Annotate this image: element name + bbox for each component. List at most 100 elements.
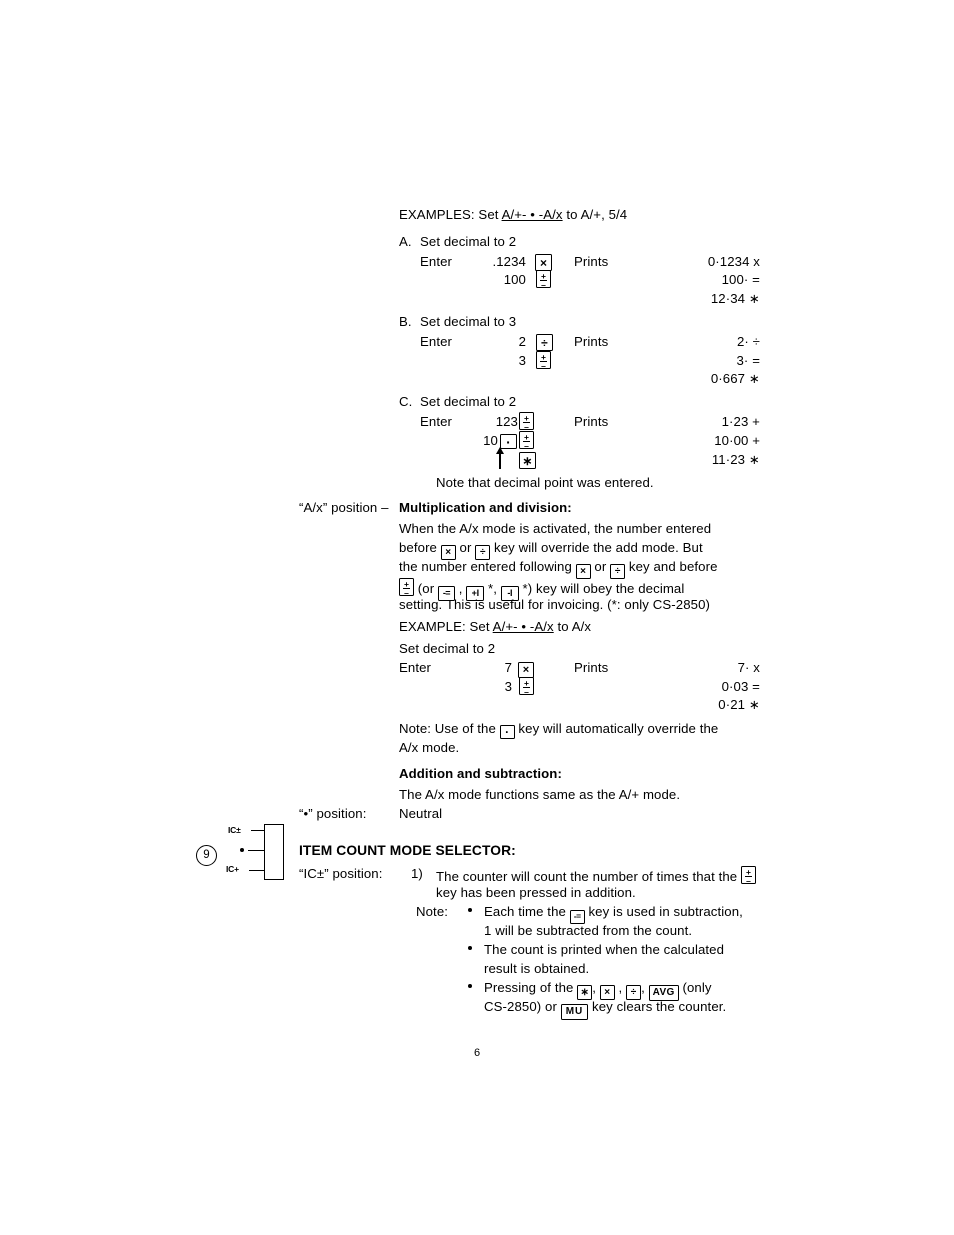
divide-key-icon: ÷ [536, 333, 553, 351]
key-plusminus: + – [519, 677, 534, 696]
example-c-print-0: 1·23 + [721, 414, 760, 429]
ic-point1-marker: 1) [411, 866, 423, 881]
ax-body-line-2-mid: or [590, 559, 611, 574]
ic-bullet-2-line2-pre: CS-2850) or [484, 999, 561, 1014]
example-b-print-2: 0·667 ∗ [710, 371, 760, 386]
ic-bullet-2-sep1: , [592, 980, 600, 995]
bullet-dot-icon [468, 946, 472, 950]
neutral-position-value: Neutral [399, 806, 443, 821]
ax-body-line-4: setting. This is useful for invoicing. (… [399, 597, 710, 612]
key-plusminus: + – [519, 431, 534, 450]
examples-heading-prefix: EXAMPLES: Set [399, 207, 502, 222]
example-b-entry-0-value: 2 [518, 334, 526, 349]
example-b-prints-label: Prints [574, 334, 609, 349]
item-count-selector-diagram: 9 IC± IC+ [196, 824, 292, 886]
total-asterisk-key-icon: ∗ [519, 451, 536, 469]
multiply-key-icon: × [440, 545, 456, 560]
page-number: 6 [474, 1047, 481, 1059]
ic-point1-line-2: key has been pressed in addition. [436, 885, 636, 900]
multiply-key-icon: × [535, 253, 552, 271]
example-c-print-2: 11·23 ∗ [711, 452, 760, 467]
ax-example-decimal-line: Set decimal to 2 [399, 641, 496, 656]
ic-bullet-2-pre: Pressing of the [484, 980, 578, 995]
divide-key-icon: ÷ [626, 985, 642, 1000]
ic-bullet-1-line-2: result is obtained. [484, 961, 590, 976]
ax-note-post: key will automatically override the [514, 721, 719, 736]
ic-bullet-1-marker [468, 941, 472, 956]
decimal-point-key-icon: · [499, 725, 515, 739]
ic-point1-line-1: The counter will count the number of tim… [436, 866, 757, 885]
example-a-label: A. [399, 234, 412, 249]
ax-example-heading-switch: A/+- • -A/x [492, 619, 554, 634]
multiply-key-icon: × [575, 564, 591, 579]
ic-bullet-2-sep2: , [614, 980, 627, 995]
ic-bullet-2-marker [468, 979, 472, 994]
plus-minus-key-icon: + – [536, 351, 551, 370]
ic-point1-pre: The counter will count the number of tim… [436, 868, 742, 884]
ic-bullet-2-line-2: CS-2850) or MU key clears the counter. [484, 999, 726, 1020]
ic-bullet-2-line-1: Pressing of the ∗, × , ÷, AVG (only [484, 980, 712, 1001]
ax-note-pre: Note: Use of the [399, 721, 500, 736]
example-b-enter-label: Enter [420, 334, 453, 349]
plus-minus-key-icon: + – [519, 677, 534, 696]
ax-example-enter-label: Enter [399, 660, 432, 675]
ax-body-line-3-mid: (or [414, 580, 438, 596]
selector-dash-mid [248, 850, 264, 852]
plus-minus-key-icon: + – [519, 431, 534, 450]
ic-bullet-1-line-1: The count is printed when the calculated [484, 942, 725, 957]
divide-key-icon: ÷ [475, 545, 491, 560]
ax-body-line-1: before × or ÷ key will override the add … [399, 540, 703, 560]
example-b-entry-1-value: 3 [518, 353, 526, 368]
example-a-entry-0-value: .1234 [492, 254, 526, 269]
divide-key-icon: ÷ [610, 564, 626, 579]
key-x: × [518, 658, 534, 678]
selector-switch-body-icon [264, 824, 284, 880]
ax-body-line-1-pre: before [399, 540, 441, 555]
callout-number-9: 9 [196, 845, 217, 866]
ax-body-line-3-sep2: , [454, 580, 467, 596]
ax-note-line-1: Note: Use of the · key will automaticall… [399, 721, 718, 739]
ic-bullet-2-post: (only [678, 980, 712, 995]
ic-note-label: Note: [416, 904, 449, 919]
plus-minus-key-icon: + – [399, 578, 414, 597]
neutral-position-label: “•” position: [299, 806, 367, 821]
addition-subtraction-heading: Addition and subtraction: [399, 766, 562, 781]
ax-body-line-0: When the A/x mode is activated, the numb… [399, 521, 711, 536]
ic-bullet-0-line-2: 1 will be subtracted from the count. [484, 923, 693, 938]
key-asterisk: ∗ [519, 450, 536, 469]
item-count-heading: ITEM COUNT MODE SELECTOR: [299, 843, 516, 858]
selector-label-top: IC± [228, 825, 241, 835]
example-a-print-2: 12·34 ∗ [710, 291, 760, 306]
decimal-point-pointer-arrow-icon [494, 447, 506, 469]
example-a-prints-label: Prints [574, 254, 609, 269]
example-c-title: Set decimal to 2 [420, 394, 517, 409]
example-b-print-1: 3· = [736, 353, 760, 368]
example-c-print-1: 10·00 + [714, 433, 760, 448]
addition-subtraction-body: The A/x mode functions same as the A/+ m… [399, 787, 681, 802]
ax-body-line-2-post: key and before [625, 559, 718, 574]
example-a-title: Set decimal to 2 [420, 234, 517, 249]
ic-bullet-0-pre: Each time the [484, 904, 570, 919]
example-b-print-0: 2· ÷ [736, 334, 760, 349]
key-plusminus: + – [536, 351, 551, 370]
ax-example-print-1: 0·03 = [721, 679, 760, 694]
ax-body-line-2-pre: the number entered following [399, 559, 576, 574]
ax-body-line-1-mid: or [455, 540, 476, 555]
ax-note-line-2: A/x mode. [399, 740, 460, 755]
examples-footnote: Note that decimal point was entered. [436, 475, 654, 490]
key-plusminus: + – [519, 412, 534, 431]
ic-position-label: “IC±” position: [299, 866, 383, 881]
key-x: × [535, 252, 552, 271]
ic-bullet-2-sep3: , [641, 980, 649, 995]
selector-label-mid-dot-icon [240, 848, 244, 852]
example-c-enter-label: Enter [420, 414, 453, 429]
ax-body-line-2: the number entered following × or ÷ key … [399, 559, 718, 579]
example-a-print-0: 0·1234 x [707, 254, 760, 269]
examples-heading-switch: A/+- • -A/x [501, 207, 563, 222]
ax-example-print-2: 0·21 ∗ [718, 697, 760, 712]
plus-minus-key-icon: + – [536, 270, 551, 289]
selector-dash-top [251, 830, 264, 832]
key-divide: ÷ [536, 332, 553, 351]
example-c-entry-0-value: 123 [495, 414, 518, 429]
examples-heading: EXAMPLES: Set A/+- • -A/x to A/+, 5/4 [399, 207, 627, 222]
